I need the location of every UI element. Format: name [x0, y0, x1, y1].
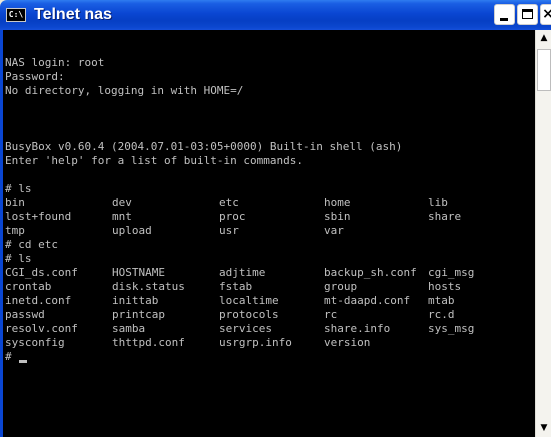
shell-prompt: #	[5, 350, 19, 363]
file-entry: adjtime	[219, 266, 266, 279]
file-entry: usrgrp.info	[219, 336, 292, 349]
file-entry: share.info	[324, 322, 391, 335]
terminal-line: BusyBox v0.60.4 (2004.07.01-03:05+0000) …	[5, 140, 403, 153]
file-entry: mtab	[428, 294, 455, 307]
file-entry: hosts	[428, 280, 462, 293]
vertical-scrollbar[interactable]: ▲ ▼	[535, 30, 551, 437]
file-entry: proc	[219, 210, 246, 223]
file-entry: dev	[112, 196, 132, 209]
file-entry: disk.status	[112, 280, 185, 293]
file-entry: sbin	[324, 210, 351, 223]
file-entry: protocols	[219, 308, 279, 321]
terminal-command: # cd etc	[5, 238, 58, 251]
file-entry: inittab	[112, 294, 159, 307]
terminal-output[interactable]: NAS login: root Password: No directory, …	[3, 30, 535, 437]
console-app-icon[interactable]: C:\	[6, 8, 26, 22]
maximize-button[interactable]	[517, 4, 538, 25]
file-entry: crontab	[5, 280, 52, 293]
file-entry: mt-daapd.conf	[324, 294, 411, 307]
file-entry: usr	[219, 224, 239, 237]
file-entry: rc.d	[428, 308, 455, 321]
scroll-up-icon[interactable]: ▲	[536, 30, 551, 47]
file-entry: sys_msg	[428, 322, 475, 335]
file-entry: resolv.conf	[5, 322, 78, 335]
file-entry: sysconfig	[5, 336, 65, 349]
file-entry: etc	[219, 196, 239, 209]
file-entry: cgi_msg	[428, 266, 475, 279]
telnet-window: C:\ Telnet nas × NAS login: root Passwor…	[0, 0, 551, 437]
terminal-command: # ls	[5, 182, 32, 195]
file-entry: thttpd.conf	[112, 336, 185, 349]
window-title: Telnet nas	[34, 6, 112, 23]
scroll-down-icon[interactable]: ▼	[536, 420, 551, 437]
file-entry: passwd	[5, 308, 45, 321]
terminal-line: No directory, logging in with HOME=/	[5, 84, 244, 97]
terminal-line: Password:	[5, 70, 65, 83]
close-icon: ×	[542, 6, 551, 22]
file-entry: mnt	[112, 210, 132, 223]
file-entry: HOSTNAME	[112, 266, 165, 279]
file-entry: home	[324, 196, 351, 209]
file-entry: tmp	[5, 224, 25, 237]
title-bar[interactable]: C:\ Telnet nas ×	[0, 0, 551, 30]
file-entry: services	[219, 322, 272, 335]
file-entry: rc	[324, 308, 338, 321]
file-entry: inetd.conf	[5, 294, 72, 307]
terminal-line: Enter 'help' for a list of built-in comm…	[5, 154, 304, 167]
minimize-icon	[500, 18, 508, 21]
terminal-line: NAS login: root	[5, 56, 105, 69]
file-entry: share	[428, 210, 462, 223]
file-entry: printcap	[112, 308, 165, 321]
terminal-command: # ls	[5, 252, 32, 265]
file-entry: upload	[112, 224, 152, 237]
file-entry: fstab	[219, 280, 253, 293]
close-button[interactable]: ×	[540, 4, 551, 25]
file-entry: samba	[112, 322, 146, 335]
file-entry: group	[324, 280, 358, 293]
file-entry: version	[324, 336, 371, 349]
file-entry: lib	[428, 196, 448, 209]
file-entry: backup_sh.conf	[324, 266, 417, 279]
file-entry: localtime	[219, 294, 279, 307]
text-cursor	[19, 360, 27, 363]
file-entry: CGI_ds.conf	[5, 266, 78, 279]
file-entry: var	[324, 224, 344, 237]
minimize-button[interactable]	[494, 4, 515, 25]
file-entry: bin	[5, 196, 25, 209]
maximize-icon	[522, 9, 533, 19]
file-entry: lost+found	[5, 210, 72, 223]
scrollbar-thumb[interactable]	[537, 49, 551, 91]
